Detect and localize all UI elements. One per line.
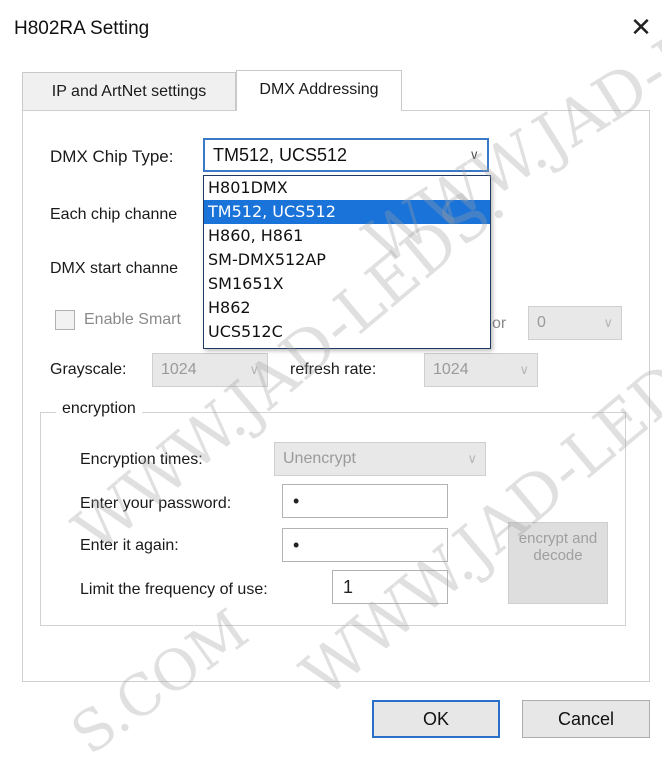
right-option-select[interactable]: 0 ∨ <box>528 306 622 340</box>
enable-smart-label: Enable Smart <box>84 311 181 328</box>
password-again-input[interactable]: • <box>282 528 448 562</box>
dropdown-option-tm512-ucs512[interactable]: TM512, UCS512 <box>204 200 490 224</box>
password-label: Enter your password: <box>80 495 232 512</box>
tab-dmx-addressing[interactable]: DMX Addressing <box>236 70 402 111</box>
tab-ip-artnet[interactable]: IP and ArtNet settings <box>22 72 236 111</box>
chip-type-label: DMX Chip Type: <box>50 147 174 166</box>
dmx-start-channel-label: DMX start channe <box>50 260 179 277</box>
dropdown-option-sm1651x[interactable]: SM1651X <box>204 272 490 296</box>
chevron-down-icon: ∨ <box>469 147 479 162</box>
ok-button[interactable]: OK <box>372 700 500 738</box>
grayscale-select[interactable]: 1024 ∨ <box>152 353 268 387</box>
chip-type-value: TM512, UCS512 <box>213 145 348 165</box>
refresh-rate-label: refresh rate: <box>290 361 377 378</box>
refresh-rate-value: 1024 <box>433 361 469 378</box>
cancel-button[interactable]: Cancel <box>522 700 650 738</box>
dropdown-option-ucs512c[interactable]: UCS512C <box>204 320 490 344</box>
chip-type-select[interactable]: TM512, UCS512 ∨ <box>203 138 489 172</box>
limit-frequency-input[interactable]: 1 <box>332 570 448 604</box>
close-icon[interactable]: ✕ <box>628 12 654 42</box>
window-title: H802RA Setting <box>14 18 150 39</box>
password-input[interactable]: • <box>282 484 448 518</box>
chevron-down-icon: ∨ <box>519 362 529 377</box>
encryption-times-select[interactable]: Unencrypt ∨ <box>274 442 486 476</box>
enable-smart-checkbox[interactable] <box>55 310 75 330</box>
encrypt-decode-button[interactable]: encrypt and decode <box>508 522 608 604</box>
chevron-down-icon: ∨ <box>467 451 477 466</box>
encryption-times-label: Encryption times: <box>80 451 203 468</box>
dropdown-option-sm-dmx512ap[interactable]: SM-DMX512AP <box>204 248 490 272</box>
grayscale-value: 1024 <box>161 361 197 378</box>
dropdown-option-h862[interactable]: H862 <box>204 296 490 320</box>
password-again-label: Enter it again: <box>80 537 179 554</box>
grayscale-label: Grayscale: <box>50 361 127 378</box>
dropdown-option-h860-h861[interactable]: H860, H861 <box>204 224 490 248</box>
encryption-group-title: encryption <box>56 400 142 418</box>
limit-frequency-label: Limit the frequency of use: <box>80 581 268 598</box>
encryption-times-value: Unencrypt <box>283 450 356 467</box>
refresh-rate-select[interactable]: 1024 ∨ <box>424 353 538 387</box>
dropdown-option-h801dmx[interactable]: H801DMX <box>204 176 490 200</box>
chevron-down-icon: ∨ <box>603 315 613 330</box>
right-option-value: 0 <box>537 314 546 331</box>
partial-right-label: or <box>492 315 507 332</box>
chip-type-dropdown: H801DMX TM512, UCS512 H860, H861 SM-DMX5… <box>203 175 491 349</box>
chevron-down-icon: ∨ <box>249 362 259 377</box>
each-chip-channel-label: Each chip channe <box>50 206 178 223</box>
